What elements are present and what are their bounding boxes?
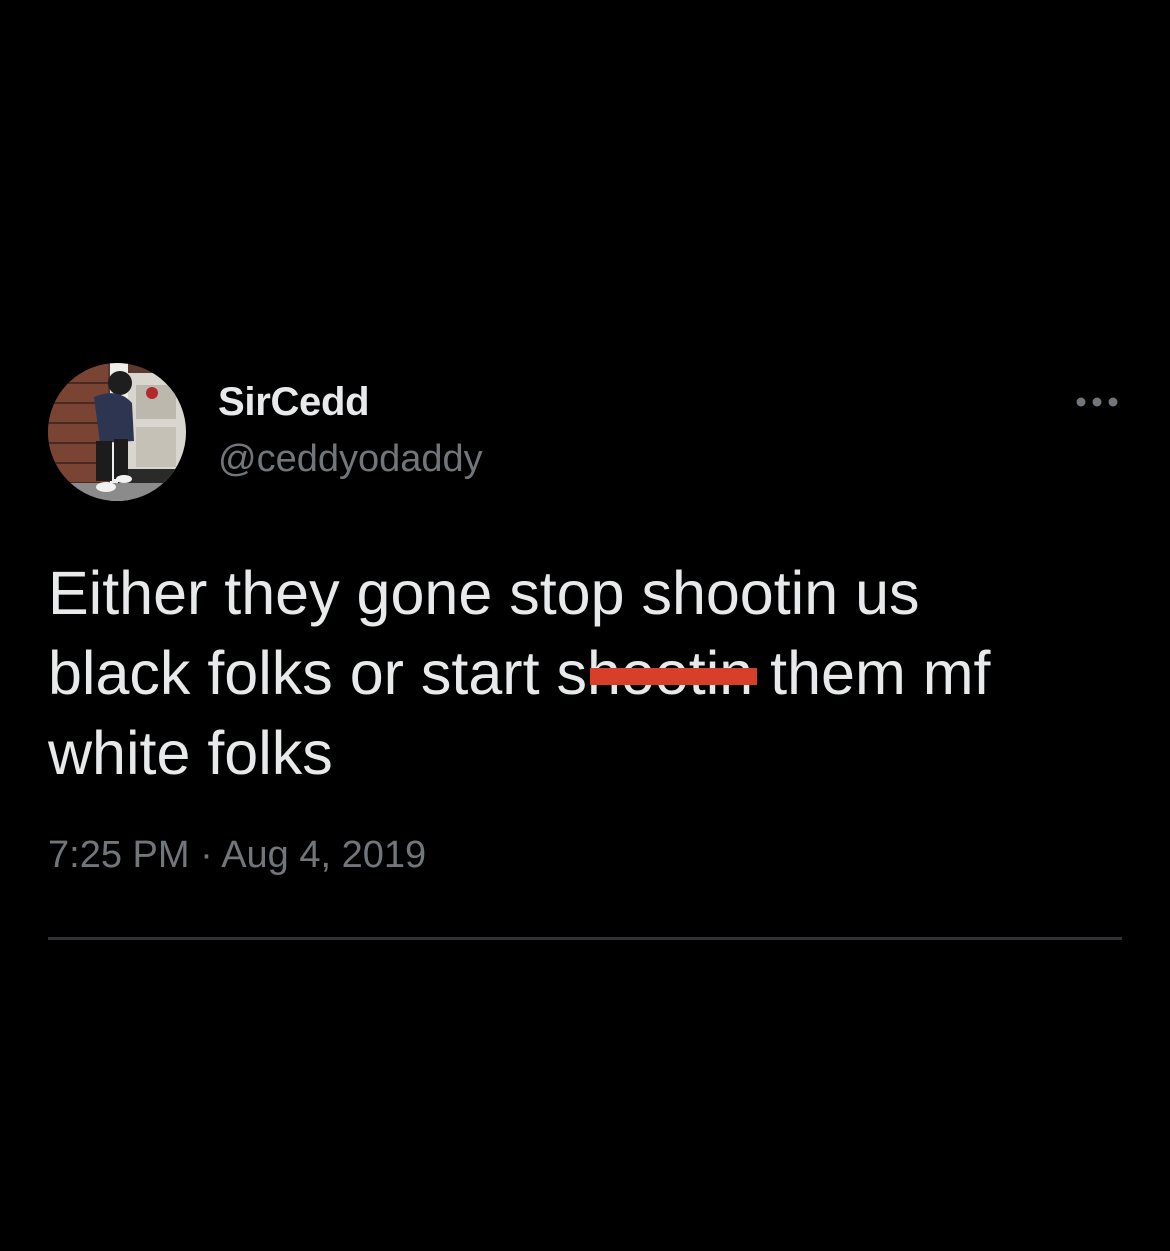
redacted-word: shootin [557, 633, 758, 713]
more-options-button[interactable] [1072, 387, 1122, 417]
divider [48, 937, 1122, 940]
tweet-text: Either they gone stop shootin us black f… [48, 553, 1122, 793]
tweet-text-segment: black folks or start [48, 639, 557, 707]
tweet-text-segment: them mf [753, 639, 991, 707]
tweet-text-line-1: Either they gone stop shootin us [48, 559, 920, 627]
user-handle[interactable]: @ceddyodaddy [218, 438, 483, 480]
tweet-timestamp[interactable]: 7:25 PM · Aug 4, 2019 [48, 833, 1122, 877]
more-horizontal-icon [1076, 397, 1118, 407]
avatar-image [48, 363, 186, 501]
tweet-header: SirCedd @ceddyodaddy [48, 363, 1122, 503]
user-names: SirCedd @ceddyodaddy [218, 380, 483, 480]
redaction-bar [589, 668, 758, 686]
tweet: SirCedd @ceddyodaddy Either they gone st… [48, 363, 1122, 877]
tweet-text-line-2: black folks or start shootin them mf [48, 633, 1122, 713]
avatar[interactable] [48, 363, 186, 501]
tweet-text-line-3: white folks [48, 719, 333, 787]
display-name[interactable]: SirCedd [218, 380, 483, 424]
